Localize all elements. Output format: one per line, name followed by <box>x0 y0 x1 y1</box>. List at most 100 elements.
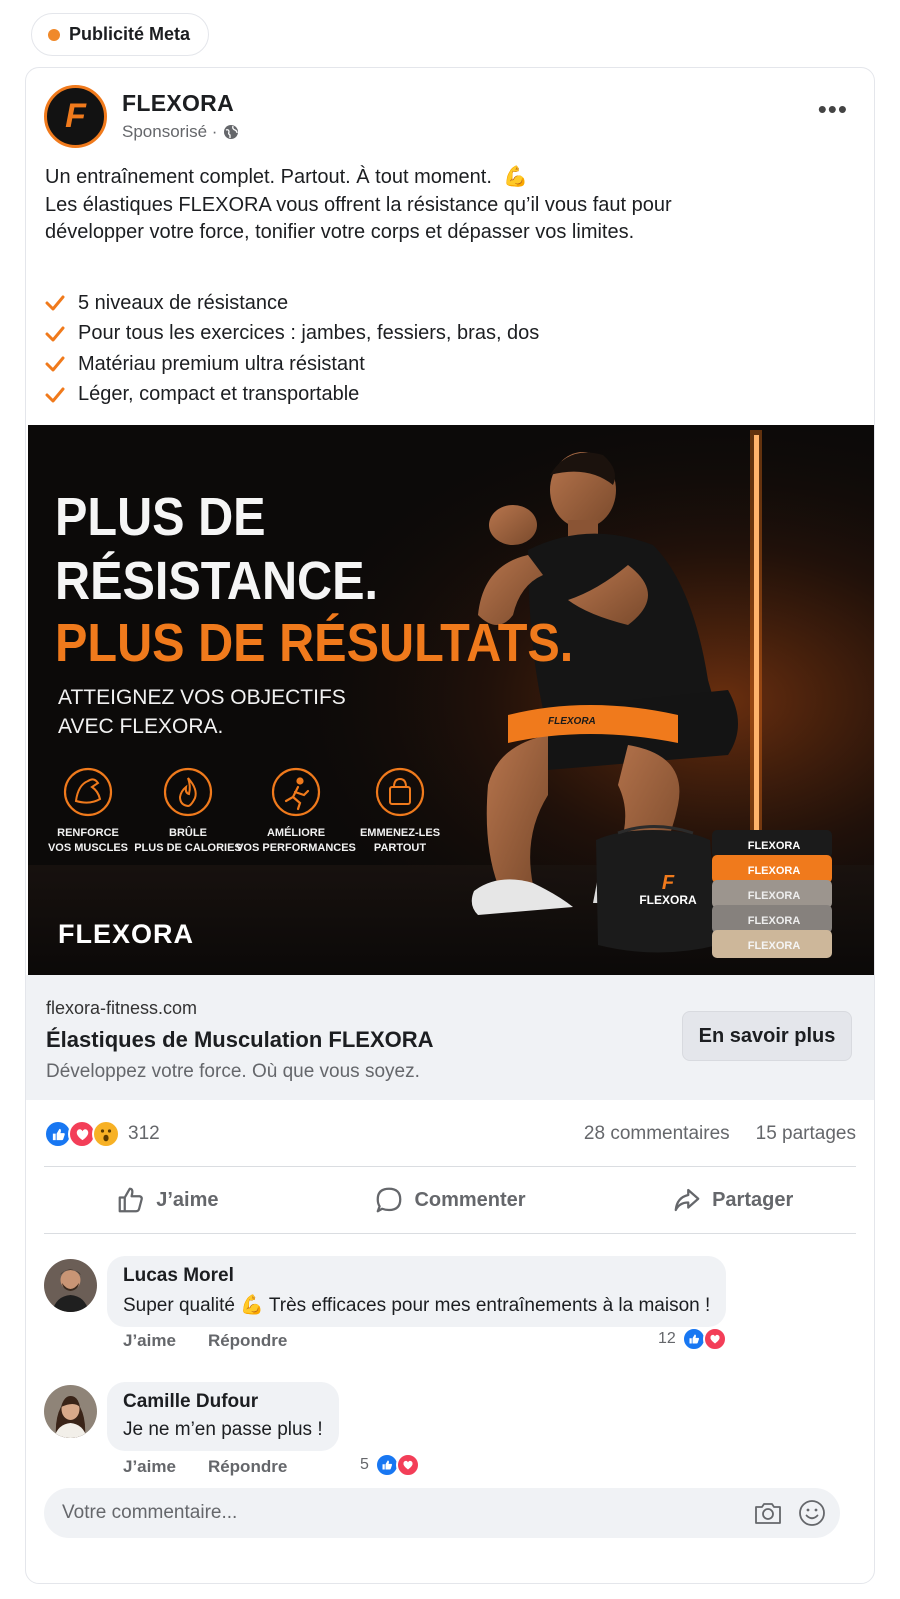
commenter-avatar[interactable] <box>44 1259 97 1312</box>
more-options-icon[interactable]: ••• <box>818 96 848 122</box>
comment-reply-button[interactable]: Répondre <box>208 1457 287 1477</box>
band-label: FLEXORA <box>748 940 801 952</box>
camera-icon[interactable] <box>752 1497 784 1529</box>
check-icon <box>45 356 65 372</box>
comment-composer <box>44 1488 840 1538</box>
love-reaction-icon <box>395 1453 420 1477</box>
comment-label: Commenter <box>414 1188 526 1211</box>
like-button[interactable]: J’aime <box>26 1168 309 1232</box>
hero-headline-line2: RÉSISTANCE. <box>55 550 378 611</box>
comment-text: Je ne m’en passe plus ! <box>123 1419 323 1440</box>
status-dot <box>48 28 60 41</box>
bag-text: FLEXORA <box>639 893 697 907</box>
comment-reactions[interactable]: 12 <box>658 1327 727 1351</box>
comment-input[interactable] <box>62 1502 702 1524</box>
page-name[interactable]: FLEXORA <box>122 90 234 117</box>
emoji-icon[interactable] <box>796 1497 828 1529</box>
comment-bubble: Camille Dufour Je ne m’en passe plus ! <box>107 1382 339 1451</box>
reaction-count: 312 <box>128 1123 160 1144</box>
link-domain: flexora-fitness.com <box>46 998 198 1018</box>
share-arrow-icon <box>674 1188 700 1212</box>
comment-like-button[interactable]: J’aime <box>123 1331 176 1351</box>
ad-post-card: F FLEXORA Sponsorisé · ••• Un entraîneme… <box>25 67 875 1584</box>
feature-sublabel: PARTOUT <box>374 842 426 854</box>
comment-like-button[interactable]: J’aime <box>123 1457 176 1477</box>
feature-label: EMMENEZ-LES <box>360 827 440 839</box>
feature-sublabel: VOS PERFORMANCES <box>236 842 356 854</box>
comment-bubble-icon <box>377 1187 402 1213</box>
comment-count[interactable]: 28 commentaires <box>584 1123 730 1145</box>
comment-reply-button[interactable]: Répondre <box>208 1331 287 1351</box>
badge-label: Publicité Meta <box>69 24 191 44</box>
feature-text: 5 niveaux de résistance <box>78 291 289 314</box>
band-label: FLEXORA <box>748 865 801 877</box>
feature-list-item: Léger, compact et transportable <box>45 380 539 411</box>
logo-letter: F <box>65 97 86 135</box>
link-description: Développez votre force. Où que vous soye… <box>46 1061 420 1082</box>
band-label: FLEXORA <box>748 890 801 902</box>
page-avatar[interactable]: F <box>44 85 107 148</box>
feature-text: Pour tous les exercices : jambes, fessie… <box>78 322 540 345</box>
commenter-name[interactable]: Lucas Morel <box>123 1265 710 1287</box>
neon-light-bar <box>754 435 759 865</box>
band-logo-text: FLEXORA <box>548 716 596 727</box>
wow-reaction-icon <box>92 1120 120 1148</box>
check-icon <box>45 295 65 311</box>
post-body: Les élastiques FLEXORA vous offrent la r… <box>45 193 672 244</box>
hero-subheading-line1: ATTEIGNEZ VOS OBJECTIFS <box>58 686 346 709</box>
action-bar: J’aime Commenter Partager <box>26 1168 874 1232</box>
hero-headline-line1: PLUS DE <box>55 486 266 547</box>
comment-text: Super qualité 💪 Très efficaces pour mes … <box>123 1293 710 1317</box>
meta-ad-badge: Publicité Meta <box>31 13 210 56</box>
share-count[interactable]: 15 partages <box>756 1123 856 1145</box>
flexed-bicep-emoji: 💪 <box>503 166 528 188</box>
post-text: Un entraînement complet. Partout. À tout… <box>45 164 725 247</box>
hero-subheading-line2: AVEC FLEXORA. <box>58 715 223 738</box>
comment-button[interactable]: Commenter <box>309 1168 592 1232</box>
feature-list: 5 niveaux de résistance Pour tous les ex… <box>45 288 539 410</box>
bag-logo-letter: F <box>662 872 675 894</box>
reaction-summary[interactable]: 312 <box>44 1120 160 1148</box>
commenter-avatar[interactable] <box>44 1385 97 1438</box>
thumbs-up-icon <box>118 1187 144 1213</box>
flexed-bicep-emoji: 💪 <box>240 1295 264 1316</box>
sponsored-text: Sponsorisé · <box>122 122 218 141</box>
ad-creative-svg: FLEXORA F FLEXORA FLEXORA FLEXORA FLEXOR… <box>28 425 874 975</box>
love-reaction-icon <box>702 1327 727 1351</box>
hero-headline-line3: PLUS DE RÉSULTATS. <box>55 612 573 673</box>
feature-text: Léger, compact et transportable <box>78 383 360 406</box>
hero-brand-logo: FLEXORA <box>58 919 194 949</box>
globe-icon <box>224 125 239 139</box>
band-label: FLEXORA <box>748 915 801 927</box>
feature-sublabel: VOS MUSCLES <box>48 842 128 854</box>
post-header: F FLEXORA Sponsorisé · ••• <box>26 68 874 158</box>
comment-reaction-count: 12 <box>658 1330 676 1347</box>
commenter-name[interactable]: Camille Dufour <box>123 1391 323 1413</box>
sponsored-label: Sponsorisé · <box>122 122 239 142</box>
comment-bubble: Lucas Morel Super qualité 💪 Très efficac… <box>107 1256 727 1327</box>
stacked-bands: FLEXORA FLEXORA FLEXORA FLEXORA FLEXORA <box>712 830 832 958</box>
learn-more-button[interactable]: En savoir plus <box>682 1011 852 1061</box>
feature-label: BRÛLE <box>169 826 207 839</box>
comment-reaction-count: 5 <box>360 1456 369 1473</box>
share-button[interactable]: Partager <box>591 1168 874 1232</box>
band-label: FLEXORA <box>748 840 801 852</box>
engagement-stats: 312 28 commentaires 15 partages <box>44 1114 856 1154</box>
carry-bag: F FLEXORA <box>596 825 718 953</box>
like-label: J’aime <box>156 1188 219 1211</box>
check-icon <box>45 387 65 403</box>
link-title[interactable]: Élastiques de Musculation FLEXORA <box>46 1027 434 1053</box>
feature-list-item: Matériau premium ultra résistant <box>45 349 539 380</box>
feature-sublabel: PLUS DE CALORIES <box>134 842 242 854</box>
feature-list-item: Pour tous les exercices : jambes, fessie… <box>45 319 539 350</box>
feature-label: AMÉLIORE <box>267 826 325 839</box>
comment-actions: J’aime Répondre <box>123 1457 287 1477</box>
post-tagline: Un entraînement complet. Partout. À tout… <box>45 166 492 188</box>
comment-text-part: Super qualité <box>123 1295 235 1316</box>
comment-actions: J’aime Répondre <box>123 1331 287 1351</box>
feature-text: Matériau premium ultra résistant <box>78 352 365 375</box>
comment-reactions[interactable]: 5 <box>360 1453 420 1477</box>
ad-creative-image[interactable]: FLEXORA F FLEXORA FLEXORA FLEXORA FLEXOR… <box>28 425 874 975</box>
divider <box>44 1166 856 1167</box>
link-preview[interactable]: flexora-fitness.com Élastiques de Muscul… <box>26 975 874 1100</box>
